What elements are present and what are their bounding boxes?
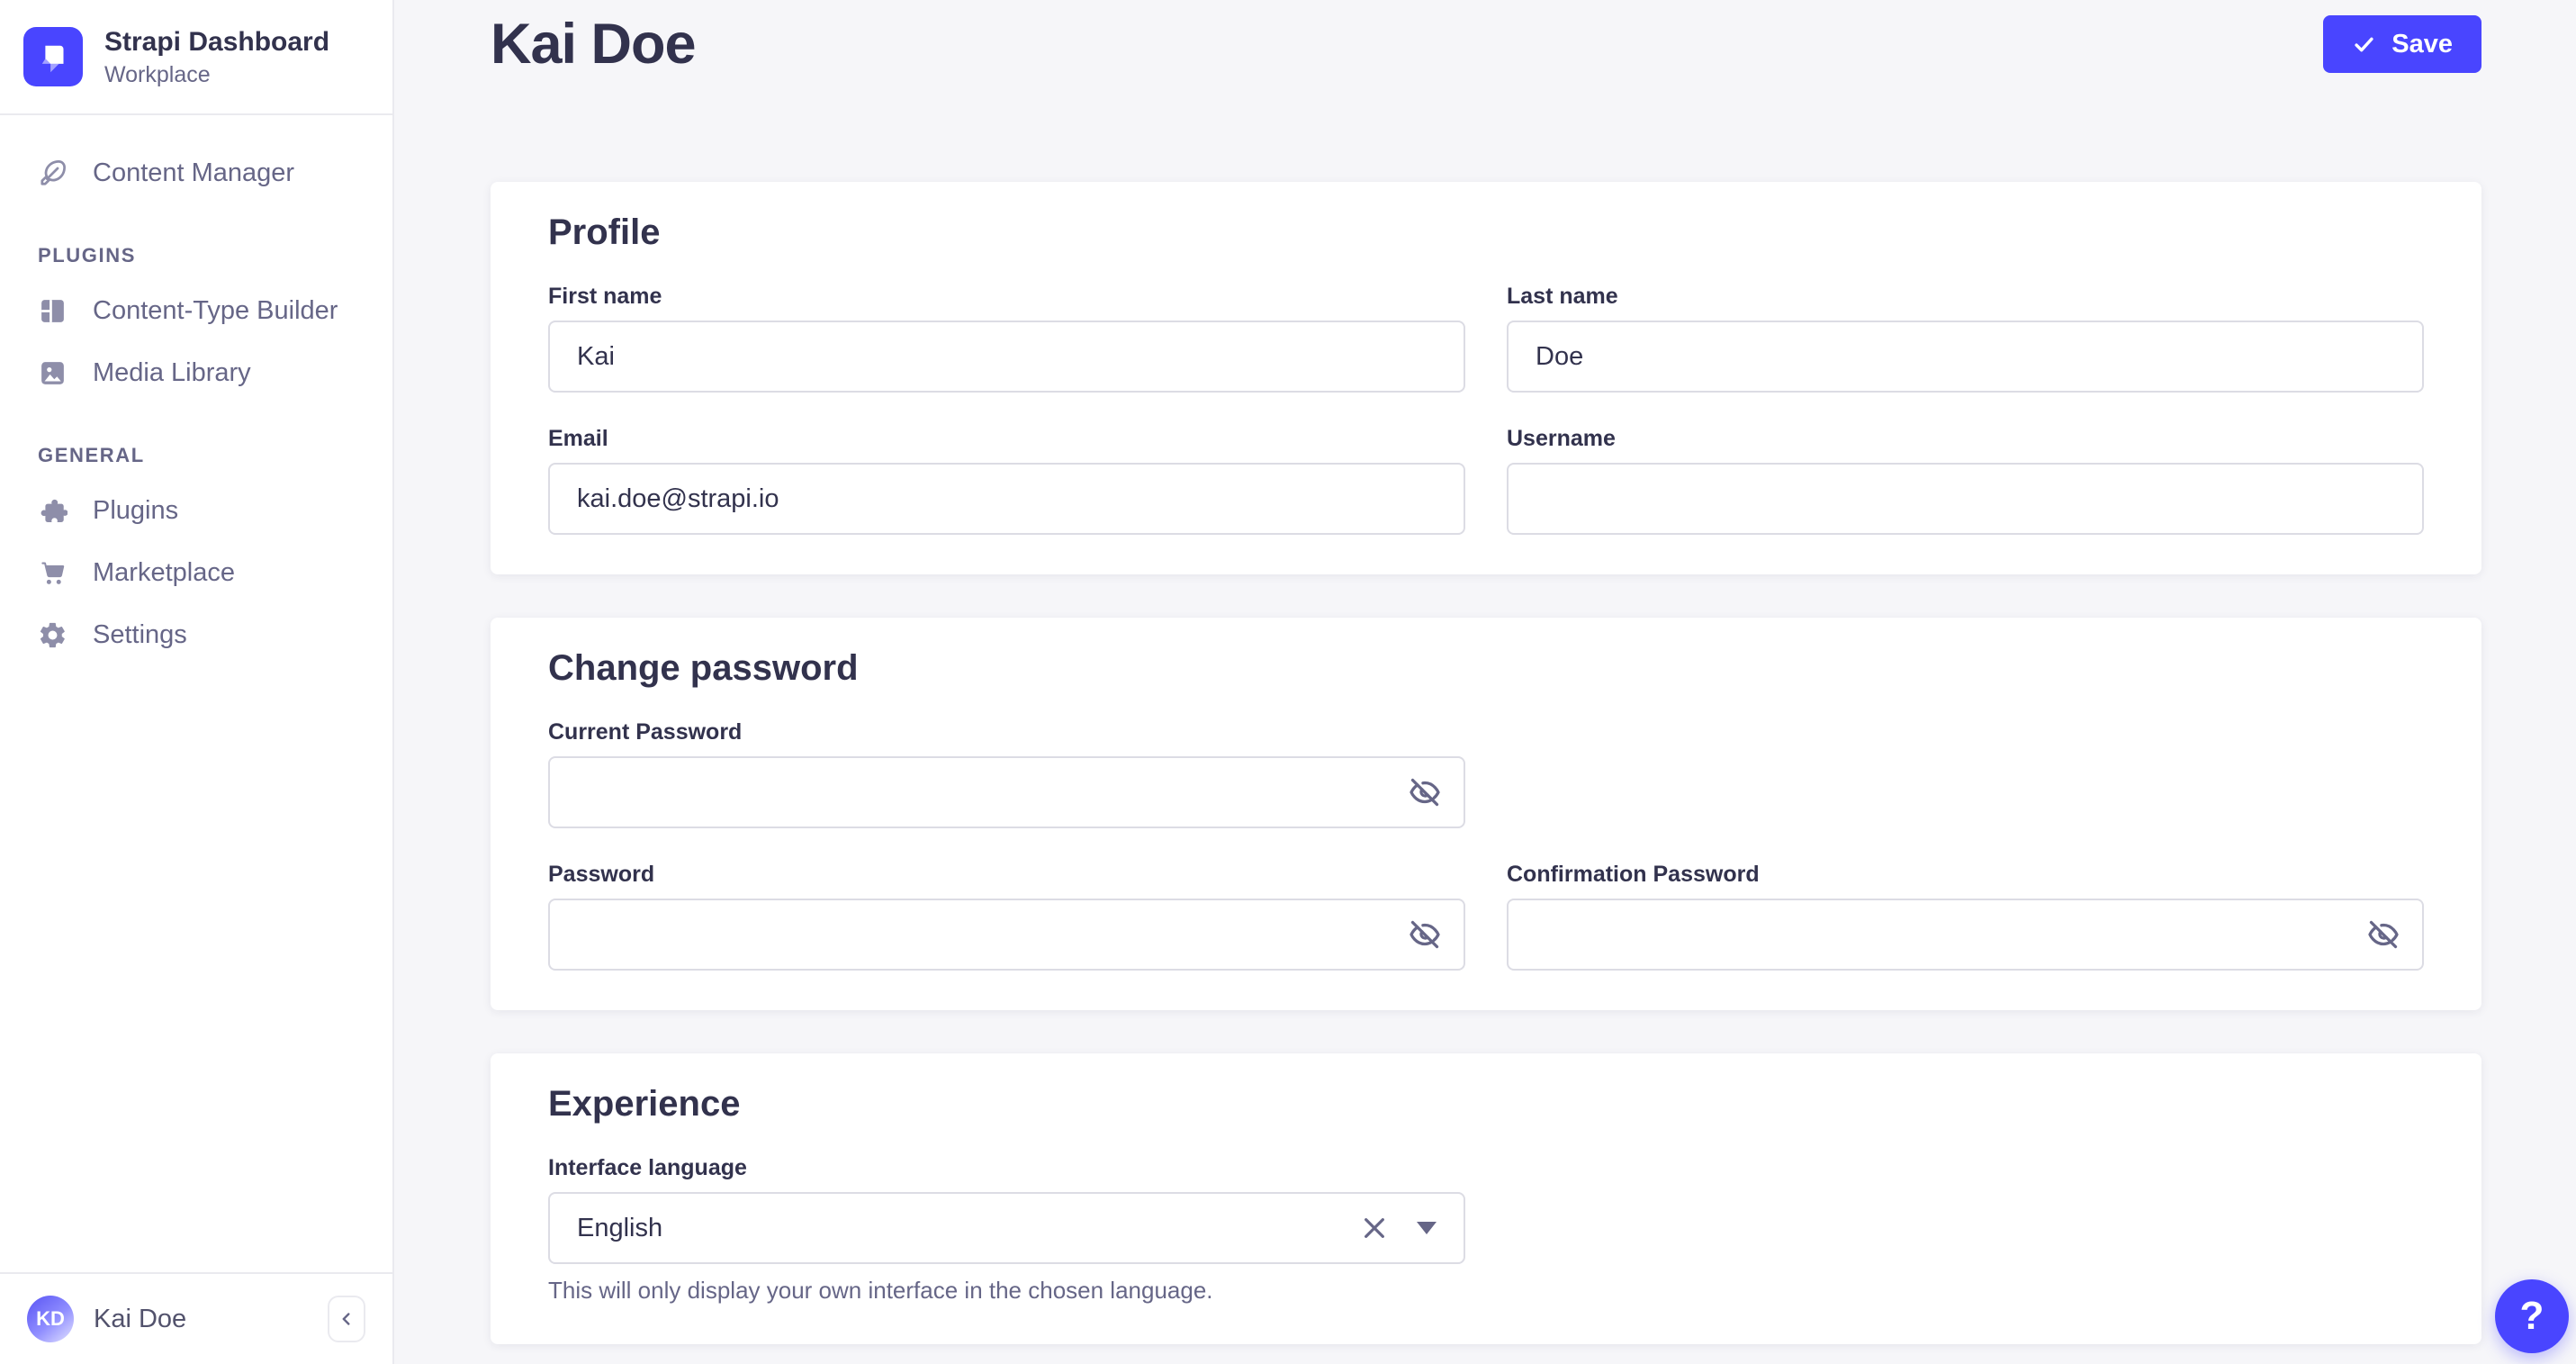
- sidebar-item-content-type-builder[interactable]: Content-Type Builder: [22, 280, 371, 342]
- sidebar-section-general: GENERAL: [38, 444, 355, 467]
- chevron-down-icon: [1417, 1222, 1437, 1234]
- strapi-mark-icon: [32, 36, 74, 77]
- email-field-group: Email: [548, 425, 1465, 535]
- layout-icon: [38, 296, 68, 326]
- username-input[interactable]: [1507, 463, 2424, 535]
- sidebar-section-plugins: PLUGINS: [38, 244, 355, 267]
- sidebar-item-label: Plugins: [93, 496, 178, 526]
- interface-language-label: Interface language: [548, 1154, 1465, 1181]
- workspace-label: Workplace: [104, 62, 329, 88]
- puzzle-icon: [38, 496, 68, 526]
- profile-card-title: Profile: [548, 211, 2424, 254]
- experience-card: Experience Interface language English Th…: [491, 1053, 2481, 1344]
- help-button[interactable]: ?: [2495, 1279, 2569, 1353]
- eye-off-icon: [1409, 918, 1441, 951]
- sidebar: Strapi Dashboard Workplace Content Manag…: [0, 0, 394, 1364]
- last-name-field-group: Last name: [1507, 283, 2424, 393]
- new-password-field-group: Password: [548, 861, 1465, 971]
- gear-icon: [38, 620, 68, 650]
- sidebar-item-label: Settings: [93, 620, 187, 650]
- username-label: Username: [1507, 425, 2424, 452]
- change-password-card: Change password Current Password: [491, 618, 2481, 1010]
- main-content: Kai Doe Save Profile First name Last nam…: [396, 0, 2576, 1364]
- app-title: Strapi Dashboard: [104, 25, 329, 59]
- save-button[interactable]: Save: [2323, 15, 2481, 73]
- eye-off-icon: [2367, 918, 2400, 951]
- interface-language-select[interactable]: English: [548, 1192, 1465, 1264]
- avatar[interactable]: KD: [27, 1296, 74, 1342]
- password-input[interactable]: [548, 899, 1465, 971]
- toggle-confirmation-password-visibility-button[interactable]: [2357, 908, 2409, 961]
- clear-language-button[interactable]: [1356, 1209, 1393, 1247]
- sidebar-item-label: Content Manager: [93, 158, 294, 188]
- sidebar-item-content-manager[interactable]: Content Manager: [22, 142, 371, 204]
- save-button-label: Save: [2391, 30, 2453, 59]
- confirmation-password-label: Confirmation Password: [1507, 861, 2424, 888]
- first-name-field-group: First name: [548, 283, 1465, 393]
- experience-card-title: Experience: [548, 1082, 2424, 1125]
- sidebar-footer: KD Kai Doe: [0, 1272, 392, 1364]
- current-password-label: Current Password: [548, 718, 1465, 745]
- current-password-field-group: Current Password: [548, 718, 1465, 828]
- last-name-label: Last name: [1507, 283, 2424, 310]
- page-title: Kai Doe: [491, 12, 696, 77]
- first-name-label: First name: [548, 283, 1465, 310]
- password-label: Password: [548, 861, 1465, 888]
- interface-language-value: English: [577, 1214, 1356, 1243]
- sidebar-item-label: Media Library: [93, 358, 251, 388]
- eye-off-icon: [1409, 776, 1441, 808]
- sidebar-item-plugins[interactable]: Plugins: [22, 480, 371, 542]
- strapi-logo-icon: [23, 27, 83, 86]
- page-header: Kai Doe Save: [491, 13, 2481, 76]
- email-label: Email: [548, 425, 1465, 452]
- sidebar-item-label: Marketplace: [93, 558, 235, 588]
- app-identity: Strapi Dashboard Workplace: [104, 25, 329, 88]
- first-name-input[interactable]: [548, 321, 1465, 393]
- email-input[interactable]: [548, 463, 1465, 535]
- spacer: [1507, 1154, 2424, 1305]
- close-icon: [1360, 1214, 1389, 1242]
- last-name-input[interactable]: [1507, 321, 2424, 393]
- current-password-input[interactable]: [548, 756, 1465, 828]
- cart-icon: [38, 558, 68, 588]
- confirm-password-field-group: Confirmation Password: [1507, 861, 2424, 971]
- user-name: Kai Doe: [94, 1305, 308, 1334]
- interface-language-help: This will only display your own interfac…: [548, 1277, 1465, 1305]
- toggle-password-visibility-button[interactable]: [1399, 908, 1451, 961]
- check-icon: [2352, 32, 2376, 57]
- confirmation-password-input[interactable]: [1507, 899, 2424, 971]
- image-icon: [38, 358, 68, 388]
- spacer: [1507, 718, 2424, 828]
- sidebar-nav: Content Manager PLUGINS Content-Type Bui…: [0, 115, 392, 1273]
- sidebar-item-media-library[interactable]: Media Library: [22, 342, 371, 404]
- chevron-left-icon: [337, 1309, 356, 1329]
- profile-card: Profile First name Last name Email Usern…: [491, 182, 2481, 574]
- sidebar-header: Strapi Dashboard Workplace: [0, 0, 392, 115]
- sidebar-item-marketplace[interactable]: Marketplace: [22, 542, 371, 604]
- sidebar-item-label: Content-Type Builder: [93, 296, 338, 326]
- sidebar-item-settings[interactable]: Settings: [22, 604, 371, 666]
- username-field-group: Username: [1507, 425, 2424, 535]
- feather-icon: [38, 158, 68, 188]
- interface-language-field-group: Interface language English This will onl…: [548, 1154, 1465, 1305]
- toggle-current-password-visibility-button[interactable]: [1399, 766, 1451, 818]
- change-password-card-title: Change password: [548, 646, 2424, 690]
- collapse-sidebar-button[interactable]: [328, 1296, 365, 1342]
